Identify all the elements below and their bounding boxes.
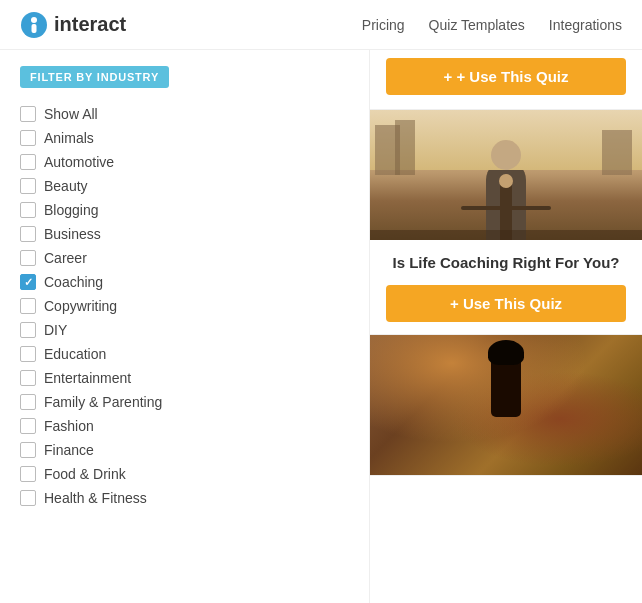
leaves-image [370, 335, 642, 475]
checkbox-animals[interactable] [20, 130, 36, 146]
use-quiz-button-2[interactable]: + Use This Quiz [386, 285, 626, 322]
filter-label-blogging: Blogging [44, 202, 99, 218]
filter-label: FILTER BY INDUSTRY [20, 66, 169, 88]
checkbox-fashion[interactable] [20, 418, 36, 434]
filter-label-automotive: Automotive [44, 154, 114, 170]
nav-pricing[interactable]: Pricing [362, 17, 405, 33]
checkbox-finance[interactable] [20, 442, 36, 458]
filter-item-education[interactable]: Education [20, 342, 349, 366]
filter-item-diy[interactable]: DIY [20, 318, 349, 342]
filter-item-coaching[interactable]: Coaching [20, 270, 349, 294]
use-quiz-button-1[interactable]: + + Use This Quiz [386, 58, 626, 95]
filter-item-career[interactable]: Career [20, 246, 349, 270]
logo[interactable]: interact [20, 11, 126, 39]
filter-item-food-drink[interactable]: Food & Drink [20, 462, 349, 486]
logo-text: interact [54, 13, 126, 36]
checkbox-automotive[interactable] [20, 154, 36, 170]
checkbox-health-fitness[interactable] [20, 490, 36, 506]
checkbox-show-all[interactable] [20, 106, 36, 122]
filter-label-show-all: Show All [44, 106, 98, 122]
sidebar: FILTER BY INDUSTRY Show All Animals Auto… [0, 50, 370, 603]
plus-icon-2: + [450, 295, 459, 312]
checkbox-career[interactable] [20, 250, 36, 266]
header: interact Pricing Quiz Templates Integrat… [0, 0, 642, 50]
filter-label-business: Business [44, 226, 101, 242]
filter-item-animals[interactable]: Animals [20, 126, 349, 150]
use-quiz-label-1: + Use This Quiz [456, 68, 568, 85]
svg-rect-2 [32, 24, 37, 33]
quiz-card-2: Is Life Coaching Right For You? + Use Th… [370, 110, 642, 335]
filter-label-food-drink: Food & Drink [44, 466, 126, 482]
svg-point-1 [31, 17, 37, 23]
main-layout: FILTER BY INDUSTRY Show All Animals Auto… [0, 50, 642, 603]
filter-item-automotive[interactable]: Automotive [20, 150, 349, 174]
filter-list: Show All Animals Automotive Beauty Blogg… [20, 102, 349, 510]
filter-item-entertainment[interactable]: Entertainment [20, 366, 349, 390]
nav-integrations[interactable]: Integrations [549, 17, 622, 33]
filter-label-health-fitness: Health & Fitness [44, 490, 147, 506]
checkbox-coaching[interactable] [20, 274, 36, 290]
filter-item-beauty[interactable]: Beauty [20, 174, 349, 198]
filter-label-coaching: Coaching [44, 274, 103, 290]
filter-item-finance[interactable]: Finance [20, 438, 349, 462]
filter-item-fashion[interactable]: Fashion [20, 414, 349, 438]
filter-item-business[interactable]: Business [20, 222, 349, 246]
filter-item-show-all[interactable]: Show All [20, 102, 349, 126]
quiz-card-1: + + Use This Quiz [370, 50, 642, 110]
filter-item-blogging[interactable]: Blogging [20, 198, 349, 222]
checkbox-entertainment[interactable] [20, 370, 36, 386]
life-coaching-image [370, 110, 642, 240]
plus-icon-1: + [443, 68, 452, 85]
use-quiz-label-2: Use This Quiz [463, 295, 562, 312]
filter-label-career: Career [44, 250, 87, 266]
filter-item-copywriting[interactable]: Copywriting [20, 294, 349, 318]
checkbox-family-parenting[interactable] [20, 394, 36, 410]
filter-label-fashion: Fashion [44, 418, 94, 434]
quiz-card-3 [370, 335, 642, 476]
filter-label-copywriting: Copywriting [44, 298, 117, 314]
card-2-body: Is Life Coaching Right For You? + Use Th… [370, 240, 642, 334]
filter-label-animals: Animals [44, 130, 94, 146]
filter-label-family-parenting: Family & Parenting [44, 394, 162, 410]
checkbox-copywriting[interactable] [20, 298, 36, 314]
filter-label-education: Education [44, 346, 106, 362]
filter-label-beauty: Beauty [44, 178, 88, 194]
main-nav: Pricing Quiz Templates Integrations [362, 17, 622, 33]
filter-label-diy: DIY [44, 322, 67, 338]
logo-icon [20, 11, 48, 39]
filter-item-health-fitness[interactable]: Health & Fitness [20, 486, 349, 510]
checkbox-blogging[interactable] [20, 202, 36, 218]
checkbox-business[interactable] [20, 226, 36, 242]
nav-quiz-templates[interactable]: Quiz Templates [429, 17, 525, 33]
card-1-btn-area: + + Use This Quiz [370, 50, 642, 109]
filter-item-family-parenting[interactable]: Family & Parenting [20, 390, 349, 414]
checkbox-beauty[interactable] [20, 178, 36, 194]
filter-label-finance: Finance [44, 442, 94, 458]
checkbox-food-drink[interactable] [20, 466, 36, 482]
card-2-title: Is Life Coaching Right For You? [386, 252, 626, 273]
checkbox-diy[interactable] [20, 322, 36, 338]
checkbox-education[interactable] [20, 346, 36, 362]
quiz-content: + + Use This Quiz [370, 50, 642, 603]
filter-label-entertainment: Entertainment [44, 370, 131, 386]
